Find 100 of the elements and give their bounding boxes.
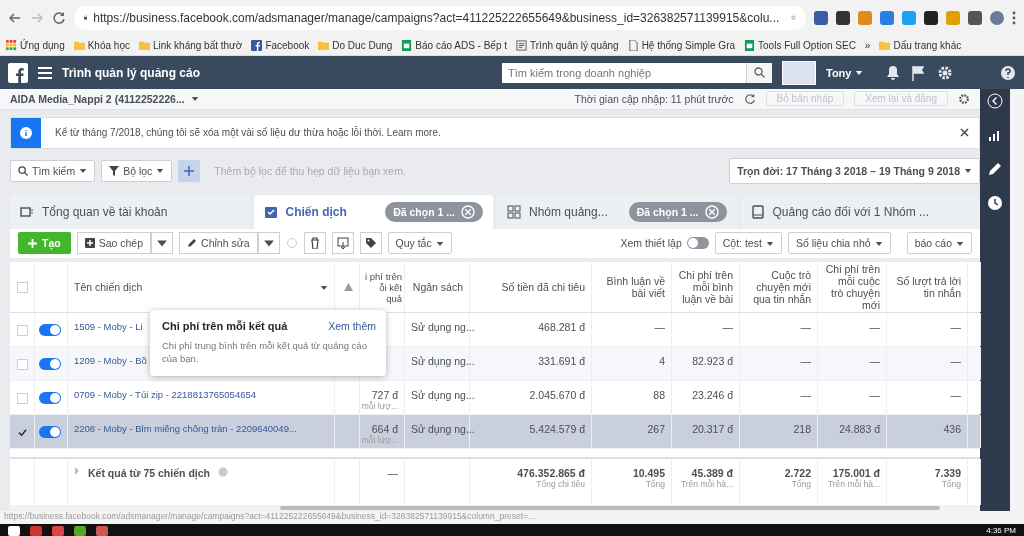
bookmark-item[interactable]: Do Duc Dung (318, 39, 393, 51)
level-tab[interactable]: Nhóm quảng... Đã chọn 1 ... (497, 194, 737, 229)
columns-dropdown[interactable]: Cột: test (714, 232, 782, 255)
campaign-name[interactable]: 1209 - Moby - Bồ (74, 355, 147, 367)
see-more-link[interactable]: Xem thêm (328, 320, 376, 333)
campaign-name[interactable]: 2208 - Moby - Bỉm miếng chống tràn - 2209640049... (74, 423, 297, 435)
row-checkbox[interactable] (17, 325, 28, 337)
facebook-logo[interactable] (8, 62, 28, 83)
level-tab[interactable]: Tổng quan về tài khoản (10, 194, 250, 229)
bookmark-item[interactable]: Ứng dụng (6, 39, 65, 51)
total-value: 10.495 (632, 467, 665, 480)
row-checkbox[interactable] (17, 393, 28, 405)
export-button[interactable] (331, 232, 354, 255)
duplicate-button[interactable]: Sao chép (76, 232, 152, 255)
rules-dropdown[interactable]: Quy tắc (387, 232, 452, 255)
bookmark-item[interactable]: Link kháng bất thườ (138, 39, 243, 51)
collapse-icon[interactable] (987, 93, 1003, 109)
bookmark-item[interactable]: Tools Full Option SEC (744, 39, 856, 51)
table-cell: — (722, 321, 733, 334)
table-cell: — (800, 355, 811, 368)
column-header[interactable]: Cuộc trò chuyện mới qua tin nhắn (746, 269, 811, 306)
menu-icon[interactable] (38, 66, 52, 79)
date-range-picker[interactable]: Trọn đời: 17 Tháng 3 2018 – 19 Tháng 9 2018 (729, 157, 980, 184)
view-setup-toggle[interactable] (686, 237, 709, 250)
column-header[interactable]: i phí trên ỗi kết quả (362, 270, 402, 304)
bell-icon[interactable] (885, 64, 902, 81)
bookmark-item[interactable]: Khóa học (73, 39, 130, 51)
column-header[interactable]: Bình luận về bài viết (598, 275, 665, 300)
search-field[interactable]: Tìm kiếm trong doanh nghiệp (502, 62, 772, 83)
table-cell: 267 (647, 423, 665, 436)
profile-avatar[interactable] (990, 10, 1004, 25)
edit-button[interactable]: Chỉnh sửa (179, 232, 258, 255)
search-button[interactable] (746, 62, 772, 83)
dropdown-button[interactable] (257, 232, 280, 255)
address-bar[interactable]: https://business.facebook.com/adsmanager/manage/campaigns?act=411225222655649&business_id=326382571139915&colu... (74, 5, 806, 30)
add-filter-button[interactable] (178, 159, 201, 182)
table-cell: — (950, 389, 961, 402)
clear-icon[interactable] (704, 204, 719, 219)
settings-icon[interactable] (937, 64, 954, 81)
extension-icon[interactable] (836, 10, 850, 25)
filter-dropdown[interactable]: Bộ lọc (101, 159, 173, 182)
scrollbar-thumb[interactable] (280, 506, 940, 511)
bookmark-item[interactable]: Báo cáo ADS - Bếp t (401, 39, 508, 51)
refresh-icon[interactable] (743, 92, 756, 105)
clear-icon[interactable] (461, 204, 475, 219)
select-all-checkbox[interactable] (17, 281, 28, 293)
menu-icon[interactable] (1012, 10, 1016, 25)
column-header[interactable]: Chi phí trên mỗi cuộc trò chuyện mới (824, 263, 880, 312)
column-header[interactable]: Số tiền đã chi tiêu (501, 281, 585, 294)
table-cell: — (387, 467, 398, 480)
breakdown-dropdown[interactable]: Số liệu chia nhỏ (787, 232, 891, 255)
cell-note: mỗi lượ... (361, 401, 398, 412)
table-cell: 2.045.670 đ (529, 389, 585, 402)
bookmark-item[interactable]: Dấu trang khác (879, 39, 962, 51)
campaign-toggle[interactable] (39, 358, 61, 371)
table-cell: — (869, 389, 880, 402)
user-menu[interactable]: Tony (826, 66, 864, 79)
total-value: 476.352.865 đ (517, 467, 585, 480)
close-icon[interactable] (960, 128, 969, 138)
search-dropdown[interactable]: Tìm kiếm (10, 159, 96, 182)
extension-icon[interactable] (924, 10, 938, 25)
level-tab[interactable]: Quảng cáo đối với 1 Nhóm ... (740, 194, 980, 229)
column-header[interactable]: Số lượt trả lời tin nhắn (893, 275, 961, 300)
back-icon[interactable] (8, 10, 22, 25)
campaign-toggle[interactable] (39, 324, 61, 337)
settings-icon[interactable] (958, 92, 970, 105)
taskbar-app-icon[interactable] (8, 525, 20, 536)
pencil-icon[interactable] (987, 161, 1003, 177)
column-header[interactable]: Tên chiến dịch (74, 281, 143, 294)
plus-icon (28, 238, 37, 248)
dropdown-button[interactable] (151, 232, 174, 255)
bookmark-item[interactable]: Facebook (251, 39, 310, 51)
taskbar-app-icon[interactable] (74, 525, 86, 536)
campaign-name[interactable]: 1509 - Moby - Li (74, 321, 143, 333)
delete-button[interactable] (303, 232, 326, 255)
row-checkbox[interactable] (17, 427, 28, 439)
total-note: Tổng (791, 479, 811, 490)
help-icon[interactable] (1000, 64, 1016, 81)
caret-icon (190, 95, 199, 103)
level-tab[interactable]: Chiến dịch Đã chọn 1 ... (253, 194, 493, 229)
bookmark-item[interactable]: Trình quản lý quảng (516, 39, 619, 51)
campaign-name[interactable]: 0709 - Moby - Túi zip - 2218813765054654 (74, 389, 257, 401)
reports-dropdown[interactable]: báo cáo (906, 232, 972, 255)
business-avatar[interactable] (782, 60, 816, 85)
bookmark-item[interactable]: » (864, 39, 871, 51)
row-checkbox[interactable] (17, 359, 28, 371)
clock-icon[interactable] (987, 195, 1003, 211)
table-row[interactable]: 0709 - Moby - Túi zip - 2218813765054654 727 đ mỗi lượ... Sử dụng ng... 2.045.670 đ 88 23.246 đ — — — (10, 381, 980, 416)
campaign-toggle[interactable] (39, 426, 61, 439)
tag-button[interactable] (359, 232, 382, 255)
reload-icon[interactable] (52, 10, 66, 25)
campaign-toggle[interactable] (39, 392, 61, 405)
table-cell: — (950, 321, 961, 334)
account-selector[interactable]: AIDA Media_Nappi 2 (4112252226... (10, 92, 565, 105)
extension-icon[interactable] (968, 10, 982, 25)
bookmark-item[interactable]: Hệ thống Simple Gra (627, 39, 736, 51)
column-header[interactable]: Ngân sách (412, 281, 463, 294)
document-icon (516, 39, 528, 51)
table-cell: 331.691 đ (538, 355, 585, 368)
column-header[interactable]: Chi phí trên mỗi bình luận về bài (678, 269, 733, 306)
